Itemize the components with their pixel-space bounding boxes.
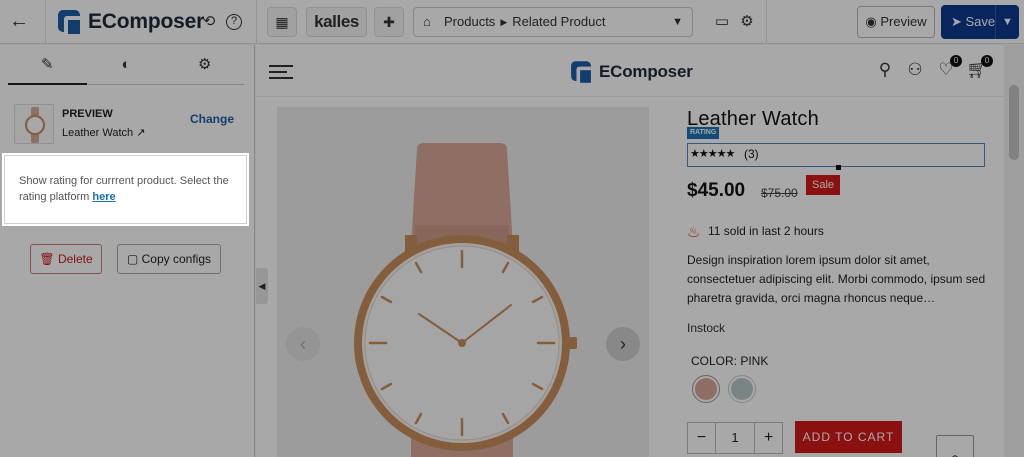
user-icon[interactable]: ⚇ xyxy=(904,59,926,81)
save-label: Save xyxy=(965,14,996,29)
color-swatch-gray[interactable] xyxy=(728,375,756,403)
product-image-gallery xyxy=(277,107,649,457)
chevron-up-icon: ︿ xyxy=(948,446,962,457)
delete-button[interactable]: 🗑 Delete xyxy=(30,244,102,274)
gear-icon[interactable]: ⚙ xyxy=(165,45,244,84)
page-name: Related Product xyxy=(512,14,606,29)
product-name-text: Leather Watch xyxy=(62,127,134,139)
app-title: EComposer xyxy=(88,10,205,33)
increase-quantity-button[interactable]: + xyxy=(754,423,782,453)
hamburger-menu-icon[interactable] xyxy=(269,65,293,79)
search-icon[interactable]: ⚲ xyxy=(874,59,896,81)
page-type: Products xyxy=(444,14,496,29)
puzzle-icon[interactable]: ✚ xyxy=(374,7,404,37)
copy-label: Copy configs xyxy=(141,252,212,266)
pencil-icon[interactable]: ✎ xyxy=(8,45,87,85)
heart-icon[interactable]: ♡ 0 xyxy=(935,55,962,81)
settings-gear-icon[interactable]: ⚙ xyxy=(737,12,757,32)
chevron-down-icon: ▼ xyxy=(672,16,683,28)
preview-canvas: EComposer ⚲ ⚇ ♡ 0 🛒︎ 0 ‹ › Leather Watch… xyxy=(256,45,1024,457)
scroll-to-top-button[interactable]: ︿ xyxy=(936,435,974,457)
settings-panel: ✎ ◐ ⚙ PREVIEW Leather Watch ↗ Change 🗑 D… xyxy=(0,45,255,457)
watch-product-image xyxy=(277,107,649,457)
preview-button[interactable]: ◉ Preview xyxy=(857,6,935,38)
rating-element-tag[interactable]: RATING xyxy=(687,127,720,139)
external-link-icon: ↗ xyxy=(136,127,146,139)
stock-status: Instock xyxy=(687,321,726,335)
store-logo: EComposer xyxy=(570,60,693,84)
flame-icon: ♨ xyxy=(687,224,701,241)
product-description: Design inspiration lorem ipsum dolor sit… xyxy=(687,253,986,305)
preview-label: Preview xyxy=(880,14,927,29)
gallery-prev-arrow-icon[interactable]: ‹ xyxy=(286,327,320,361)
trash-icon: 🗑 xyxy=(39,252,58,266)
ecomposer-logo-icon xyxy=(571,61,591,83)
grid-icon[interactable]: ▦ xyxy=(267,7,297,37)
scrollbar-thumb[interactable] xyxy=(1009,85,1019,160)
change-product-link[interactable]: Change xyxy=(190,112,234,126)
caret-right-icon: ▶ xyxy=(500,17,508,27)
color-swatch-pink[interactable] xyxy=(692,375,720,403)
product-thumbnail xyxy=(14,104,54,144)
copy-configs-button[interactable]: ▢ Copy configs xyxy=(117,244,221,274)
tag-icon: ⌂ xyxy=(423,14,431,29)
decrease-quantity-button[interactable]: − xyxy=(688,423,716,453)
send-icon: ➤ xyxy=(951,14,966,29)
eye-icon: ◉ xyxy=(865,14,881,29)
cart-icon[interactable]: 🛒︎ 0 xyxy=(966,55,993,81)
product-price: $45.00 xyxy=(687,180,746,201)
back-arrow-icon[interactable]: ← xyxy=(8,10,30,32)
collapse-panel-handle[interactable]: ◀ xyxy=(256,268,268,304)
canvas-scrollbar[interactable] xyxy=(1004,45,1024,457)
rating-platform-link[interactable]: here xyxy=(92,191,115,203)
wishlist-count: 0 xyxy=(950,55,962,67)
compare-at-price: $75.00 xyxy=(761,186,798,200)
divider xyxy=(45,0,46,44)
resize-handle[interactable] xyxy=(836,165,841,170)
rating-element-selected[interactable]: ★★★★★ (3) xyxy=(687,143,985,170)
color-option-label: COLOR: PINK xyxy=(691,354,769,368)
cart-count: 0 xyxy=(981,55,993,67)
help-icon[interactable]: ? xyxy=(226,14,242,30)
sold-text: 11 sold in last 2 hours xyxy=(708,224,824,238)
rating-info-box: Show rating for currrent product. Select… xyxy=(4,155,247,224)
ecomposer-logo-icon xyxy=(58,10,80,34)
sale-badge: Sale xyxy=(806,175,841,195)
divider xyxy=(256,0,257,44)
history-icon[interactable]: ⟲ xyxy=(199,12,219,32)
panel-tabs: ✎ ◐ ⚙ xyxy=(8,45,244,85)
quantity-value[interactable]: 1 xyxy=(716,423,754,453)
preview-product-card: PREVIEW Leather Watch ↗ Change xyxy=(8,100,244,148)
gallery-next-arrow-icon[interactable]: › xyxy=(606,327,640,361)
app-logo: EComposer xyxy=(58,10,204,34)
rating-stars-icon: ★★★★★ xyxy=(690,148,735,160)
add-to-cart-button[interactable]: ADD TO CART xyxy=(795,421,902,453)
palette-icon[interactable]: ◐ xyxy=(87,45,166,84)
sold-counter: ♨ 11 sold in last 2 hours xyxy=(687,223,824,241)
divider xyxy=(766,0,767,44)
preview-label: PREVIEW xyxy=(62,108,113,120)
quantity-stepper: − 1 + xyxy=(687,422,783,454)
save-options-chevron-icon[interactable]: ▼ xyxy=(995,5,1019,39)
desktop-icon[interactable]: ▭ xyxy=(712,12,732,32)
theme-button[interactable]: kalles xyxy=(306,7,367,37)
preview-product-name[interactable]: Leather Watch ↗ xyxy=(62,126,145,139)
top-toolbar: ← EComposer ⟲ ? ▦ kalles ✚ ⌂ Products ▶ Re… xyxy=(0,0,1024,44)
store-brand-name: EComposer xyxy=(599,62,693,81)
delete-label: Delete xyxy=(57,252,93,266)
page-selector[interactable]: ⌂ Products ▶ Related Product ▼ xyxy=(413,7,693,37)
save-button[interactable]: ➤ Save ▼ xyxy=(941,5,1019,39)
store-header: EComposer ⚲ ⚇ ♡ 0 🛒︎ 0 xyxy=(256,45,1004,97)
review-count: (3) xyxy=(744,147,759,161)
clipboard-icon: ▢ xyxy=(126,252,142,266)
info-text: Show rating for currrent product. Select… xyxy=(19,175,229,203)
